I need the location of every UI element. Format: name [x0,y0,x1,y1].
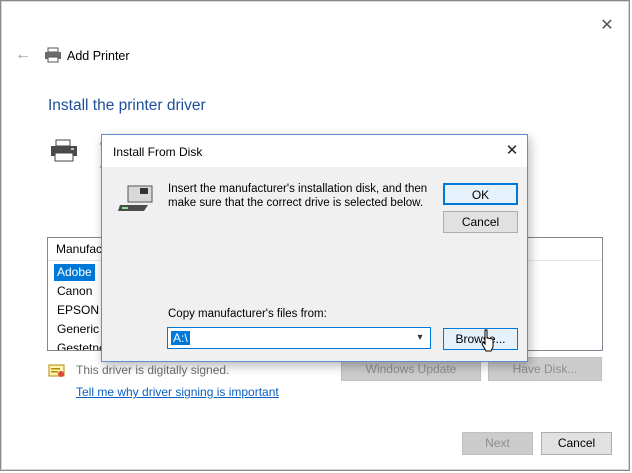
dialog-cancel-button[interactable]: Cancel [443,211,518,233]
mouse-cursor-icon [481,329,494,352]
install-from-disk-dialog: Install From Disk ✕ Insert the manufactu… [101,134,528,362]
copy-from-label: Copy manufacturer's files from: [168,308,327,320]
chevron-down-icon[interactable]: ▾ [413,331,427,345]
list-item-generic[interactable]: Generic [54,321,102,338]
ok-button[interactable]: OK [443,183,518,205]
floppy-disk-icon [118,185,153,211]
printer-icon [51,139,77,162]
dialog-title: Install From Disk [113,145,203,159]
signed-status-text: This driver is digitally signed. [76,363,230,377]
window-close-icon[interactable]: ✕ [595,15,619,37]
back-arrow-icon[interactable]: ← [15,46,33,64]
cancel-button[interactable]: Cancel [541,432,612,455]
list-item-adobe[interactable]: Adobe [54,264,95,281]
page-heading: Install the printer driver [48,97,206,114]
dialog-message-line2: make sure that the correct drive is sele… [168,197,424,209]
list-item-epson[interactable]: EPSON [54,302,102,319]
list-item-canon[interactable]: Canon [54,283,95,300]
signed-certificate-icon [48,364,65,377]
dialog-message-line1: Insert the manufacturer's installation d… [168,183,428,195]
printer-small-icon [45,47,61,63]
copy-from-value[interactable]: A:\ [171,331,190,345]
copy-from-combobox[interactable]: A:\ ▾ [167,327,431,349]
driver-signing-link[interactable]: Tell me why driver signing is important [76,385,279,399]
dialog-close-icon[interactable]: ✕ [502,142,522,160]
wizard-title: Add Printer [67,49,130,63]
next-button[interactable]: Next [462,432,533,455]
dialog-titlebar: Install From Disk ✕ [102,135,527,167]
